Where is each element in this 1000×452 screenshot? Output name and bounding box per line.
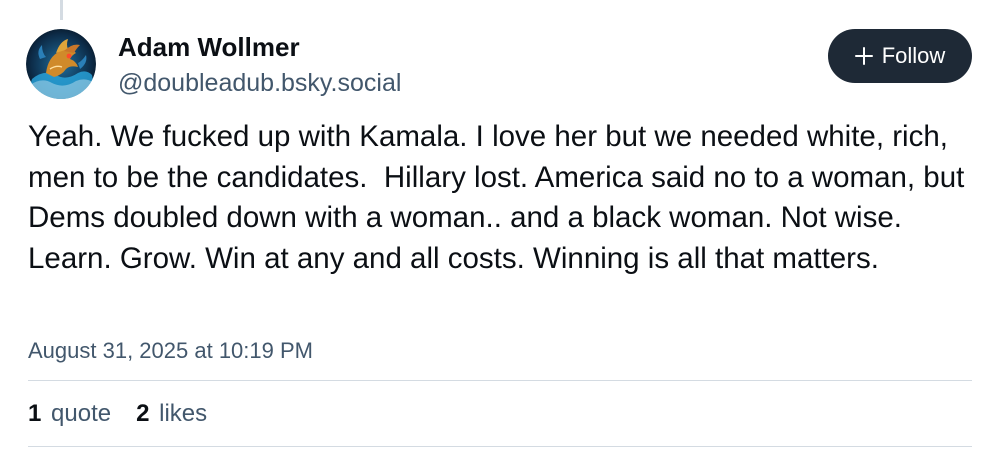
post-text: Yeah. We fucked up with Kamala. I love h…	[28, 120, 973, 275]
author-avatar[interactable]	[26, 29, 96, 99]
author-name[interactable]: Adam Wollmer	[118, 31, 300, 63]
quotes-count: 1	[28, 400, 42, 427]
author-handle[interactable]: @doubleadub.bsky.social	[118, 67, 401, 99]
divider	[28, 380, 972, 381]
follow-button[interactable]: Follow	[828, 29, 972, 83]
follow-button-label: Follow	[881, 43, 946, 68]
thread-line	[60, 0, 63, 20]
post-timestamp[interactable]: August 31, 2025 at 10:19 PM	[28, 337, 313, 365]
divider	[28, 446, 972, 447]
dragon-avatar-icon	[26, 29, 96, 99]
quotes-label: quote	[51, 400, 112, 427]
post-stats: 1 quote 2 likes	[28, 399, 232, 429]
quotes-stat[interactable]: 1 quote	[28, 399, 111, 429]
plus-icon	[854, 47, 873, 65]
likes-count: 2	[136, 400, 150, 427]
likes-stat[interactable]: 2 likes	[136, 399, 207, 429]
likes-label: likes	[159, 400, 208, 427]
